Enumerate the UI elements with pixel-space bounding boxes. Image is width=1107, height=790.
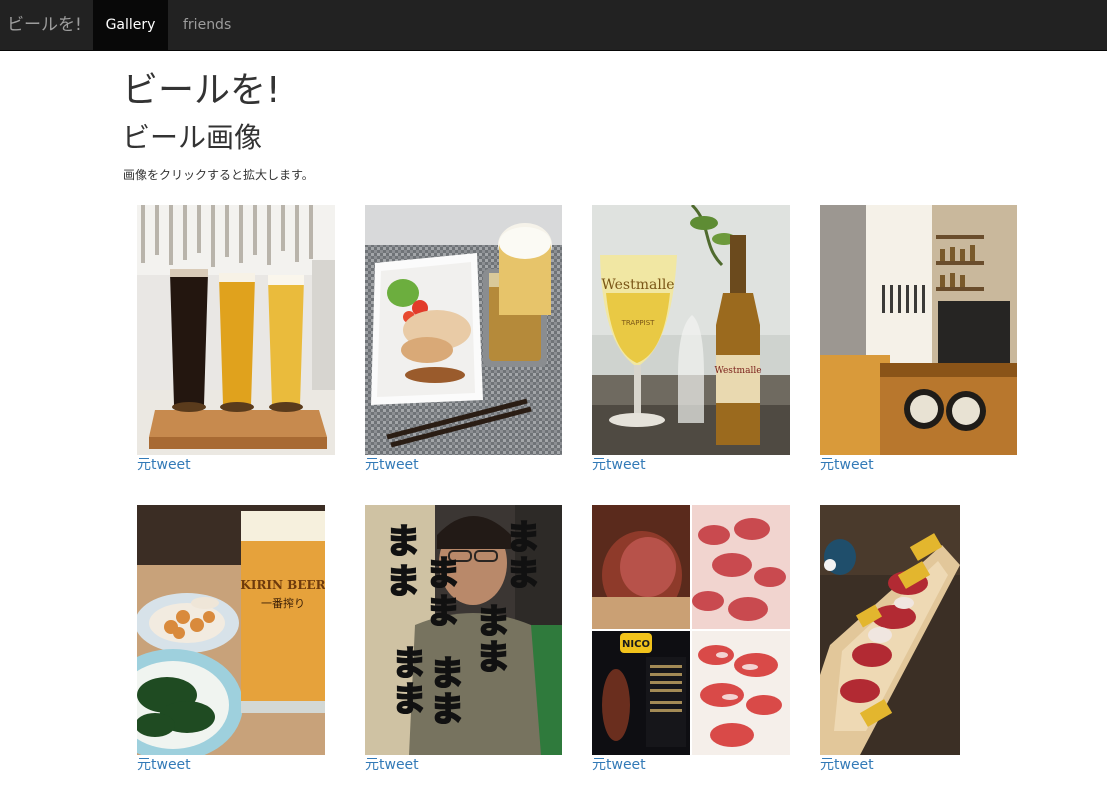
- kirin-glass-text: KIRIN BEER: [240, 578, 325, 592]
- mama-char: ま: [386, 522, 420, 562]
- westmalle-bottle-text: Westmalle: [714, 366, 761, 376]
- photo-westmalle[interactable]: Westmalle TRAPPIST Westmalle: [592, 205, 790, 455]
- section-title: ビール画像: [122, 121, 263, 154]
- nav-item-friends[interactable]: friends: [168, 0, 246, 50]
- gallery-item: 元tweet: [820, 205, 1017, 473]
- nico-brand-text: NICO: [622, 639, 650, 650]
- mama-char: ま: [392, 680, 426, 720]
- photo-kirin-beer-table[interactable]: KIRIN BEER 一番搾り: [137, 505, 325, 755]
- photo-chicken-and-beer[interactable]: [365, 205, 562, 455]
- gallery-instructions: 画像をクリックすると拡大します。: [123, 168, 314, 182]
- photo-jamon-collage[interactable]: NICO: [592, 505, 790, 755]
- mama-char: ま: [430, 654, 464, 694]
- mama-char: ま: [426, 554, 460, 594]
- photo-beer-flight[interactable]: [137, 205, 335, 455]
- source-tweet-link[interactable]: 元tweet: [365, 755, 419, 775]
- photo-beer-bar[interactable]: [820, 205, 1017, 455]
- source-tweet-link[interactable]: 元tweet: [592, 755, 646, 775]
- navbar: ビールを! Gallery friends: [0, 0, 1107, 51]
- nav-item-gallery[interactable]: Gallery: [93, 0, 168, 50]
- mama-char: ま: [476, 602, 510, 642]
- source-tweet-link[interactable]: 元tweet: [137, 755, 191, 775]
- gallery-item: NICO 元tweet: [592, 505, 790, 773]
- westmalle-glass-text: Westmalle: [601, 277, 674, 293]
- page-title: ビールを!: [122, 70, 281, 111]
- gallery-item: ま ま ま ま ま ま ま ま ま ま ま ま 元tweet: [365, 505, 562, 773]
- mama-char: ま: [430, 690, 464, 730]
- trappist-glass-text: TRAPPIST: [621, 319, 656, 327]
- mama-char: ま: [476, 638, 510, 678]
- photo-mama-selfie[interactable]: ま ま ま ま ま ま ま ま ま ま ま ま: [365, 505, 562, 755]
- gallery-item: 元tweet: [137, 205, 335, 473]
- mama-char: ま: [426, 592, 460, 632]
- mama-char: ま: [386, 562, 420, 602]
- gallery-item: KIRIN BEER 一番搾り 元tweet: [137, 505, 325, 773]
- mama-char: ま: [392, 644, 426, 684]
- source-tweet-link[interactable]: 元tweet: [820, 755, 874, 775]
- mama-char: ま: [506, 518, 540, 558]
- gallery-item: 元tweet: [365, 205, 562, 473]
- source-tweet-link[interactable]: 元tweet: [137, 455, 191, 475]
- mama-char: ま: [506, 554, 540, 594]
- source-tweet-link[interactable]: 元tweet: [592, 455, 646, 475]
- ichiban-glass-text: 一番搾り: [261, 596, 305, 610]
- source-tweet-link[interactable]: 元tweet: [365, 455, 419, 475]
- photo-horse-sashimi[interactable]: [820, 505, 960, 755]
- gallery-item: Westmalle TRAPPIST Westmalle 元tweet: [592, 205, 790, 473]
- gallery-item: 元tweet: [820, 505, 960, 773]
- source-tweet-link[interactable]: 元tweet: [820, 455, 874, 475]
- navbar-brand[interactable]: ビールを!: [0, 0, 89, 50]
